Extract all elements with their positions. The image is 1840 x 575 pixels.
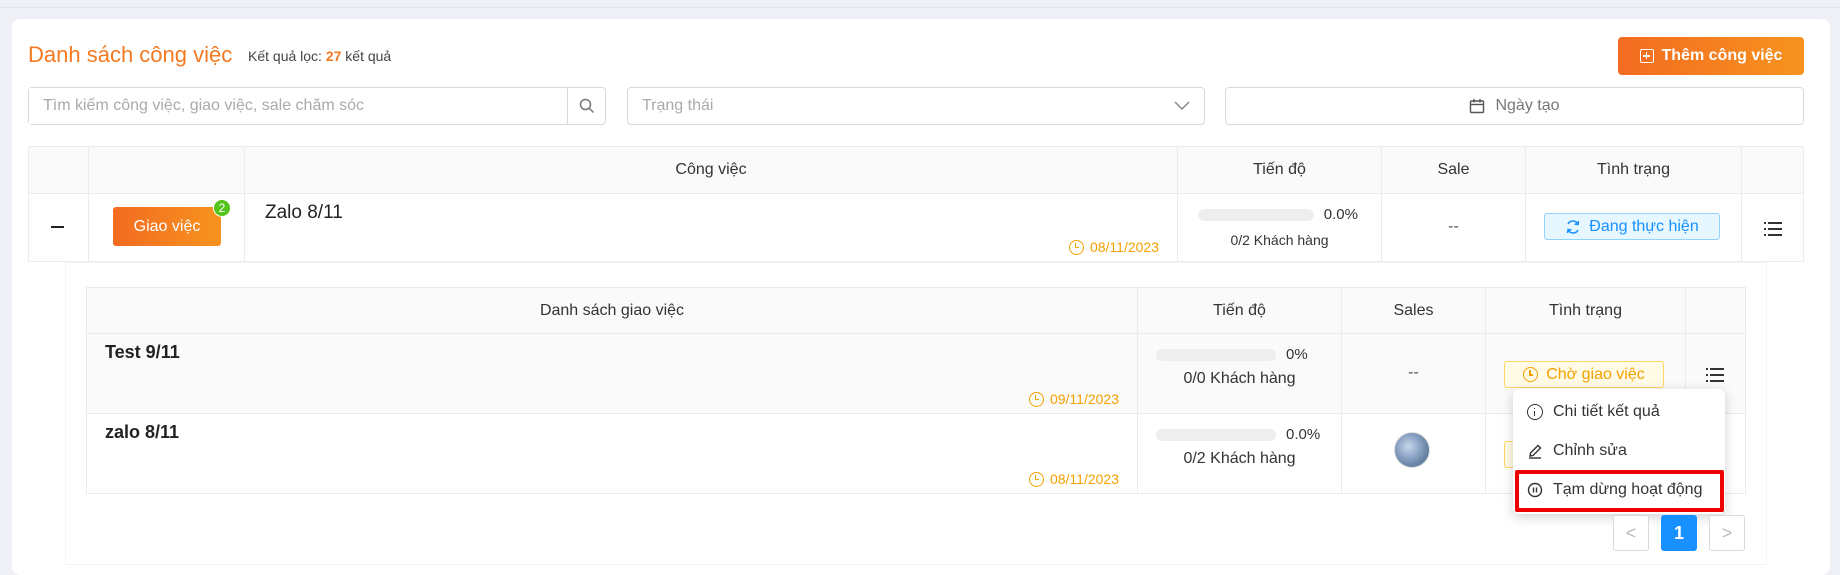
- clock-icon: [1523, 367, 1539, 382]
- page-button[interactable]: 1: [1661, 515, 1697, 551]
- edit-icon: [1529, 444, 1542, 459]
- column-actions: [1686, 288, 1745, 333]
- search-box: [28, 87, 606, 125]
- column-progress: Tiến độ: [1138, 288, 1342, 333]
- clock-icon: [1028, 471, 1044, 487]
- page-title: Danh sách công việc: [28, 42, 233, 67]
- menu-item-label: Chi tiết kết quả: [1553, 403, 1660, 420]
- status-label: Chờ giao việc: [1546, 365, 1645, 383]
- subtask-table-header: Danh sách giao việc Tiến độ Sales Tình t…: [86, 287, 1746, 334]
- column-progress: Tiến độ: [1178, 147, 1382, 193]
- column-status: Tình trạng: [1526, 147, 1742, 193]
- table-row: Test 9/11 09/11/2023 0% 0/0 Khách hàng -…: [86, 334, 1746, 414]
- result-suffix: kết quả: [341, 48, 392, 64]
- column-task: Công việc: [245, 147, 1178, 193]
- task-date: 08/11/2023: [1068, 239, 1159, 255]
- sale-cell: --: [1382, 194, 1526, 261]
- subtask-date-value: 08/11/2023: [1049, 471, 1119, 487]
- result-count: 27: [325, 48, 342, 64]
- sale-value: --: [1448, 218, 1459, 235]
- created-date-picker[interactable]: Ngày tạo: [1225, 87, 1804, 125]
- result-info: Kết quả lọc: 27 kết quả: [248, 48, 391, 64]
- progress-bar: 0.0%: [1156, 426, 1330, 443]
- add-task-button[interactable]: Thêm công việc: [1618, 37, 1804, 75]
- progress-track: [1198, 208, 1314, 221]
- avatar: [1394, 432, 1430, 468]
- sales-cell: [1342, 414, 1486, 493]
- search-button[interactable]: [567, 88, 605, 124]
- status-badge: Đang thực hiện: [1544, 213, 1720, 240]
- subtask-name[interactable]: Test 9/11: [105, 342, 180, 363]
- prev-page-button[interactable]: <: [1613, 515, 1649, 551]
- progress-customers: 0/0 Khách hàng: [1183, 370, 1296, 387]
- subtask-cell: Test 9/11 09/11/2023: [87, 334, 1138, 413]
- column-status: Tình trạng: [1486, 288, 1686, 333]
- sales-value: --: [1408, 364, 1419, 381]
- pagination: < 1 >: [1613, 515, 1745, 551]
- table-row: Giao việc 2 Zalo 8/11 08/11/2023 0.0% 0/…: [28, 194, 1804, 262]
- column-actions: [1742, 147, 1803, 193]
- subtask-cell: zalo 8/11 08/11/2023: [87, 414, 1138, 493]
- assign-cell: Giao việc 2: [89, 194, 245, 261]
- subtask-date: 08/11/2023: [1028, 471, 1119, 487]
- progress-percent: 0.0%: [1323, 206, 1358, 223]
- progress-cell: 0% 0/0 Khách hàng: [1138, 334, 1342, 413]
- menu-item-result-details[interactable]: Chi tiết kết quả: [1513, 393, 1725, 431]
- count-badge: 2: [213, 199, 231, 217]
- progress-bar: 0.0%: [1198, 206, 1358, 223]
- status-badge: Chờ giao việc: [1504, 361, 1664, 388]
- menu-item-edit[interactable]: Chỉnh sửa: [1513, 432, 1725, 470]
- search-input[interactable]: [29, 88, 567, 124]
- search-icon: [579, 98, 594, 114]
- next-page-button[interactable]: >: [1709, 515, 1745, 551]
- clock-icon: [1068, 239, 1084, 255]
- task-name[interactable]: Zalo 8/11: [265, 202, 343, 224]
- list-menu-icon[interactable]: [1706, 368, 1724, 382]
- progress-customers: 0/2 Khách hàng: [1183, 450, 1296, 467]
- status-cell: Đang thực hiện: [1526, 194, 1742, 261]
- progress-customers: 0/2 Khách hàng: [1230, 232, 1329, 248]
- plus-square-icon: [1639, 49, 1654, 63]
- column-sales: Sales: [1342, 288, 1486, 333]
- task-table-header: Công việc Tiến độ Sale Tình trạng: [28, 146, 1804, 194]
- info-icon: [1527, 404, 1543, 420]
- task-date-value: 08/11/2023: [1089, 239, 1159, 255]
- progress-percent: 0.0%: [1286, 426, 1321, 443]
- menu-item-label: Chỉnh sửa: [1553, 442, 1627, 459]
- created-date-placeholder: Ngày tạo: [1495, 97, 1560, 114]
- add-task-label: Thêm công việc: [1661, 47, 1783, 64]
- status-select-placeholder: Trạng thái: [642, 97, 714, 114]
- task-cell: Zalo 8/11 08/11/2023: [245, 194, 1178, 261]
- sales-cell: --: [1342, 334, 1486, 413]
- subtask-panel: Danh sách giao việc Tiến độ Sales Tình t…: [66, 263, 1766, 564]
- sync-icon: [1567, 219, 1580, 234]
- clock-icon: [1028, 391, 1044, 407]
- assign-task-button[interactable]: Giao việc: [113, 207, 221, 246]
- column-subtask-list: Danh sách giao việc: [87, 288, 1138, 333]
- collapse-icon[interactable]: [51, 226, 64, 228]
- chevron-down-icon: [1174, 101, 1190, 111]
- status-label: Đang thực hiện: [1589, 217, 1699, 235]
- highlight-box: [1515, 470, 1724, 512]
- subtask-date: 09/11/2023: [1028, 391, 1119, 407]
- result-prefix: Kết quả lọc:: [248, 48, 326, 64]
- subtask-date-value: 09/11/2023: [1049, 391, 1119, 407]
- calendar-icon: [1470, 99, 1485, 114]
- progress-track: [1156, 428, 1276, 441]
- column-assign: [89, 147, 245, 193]
- progress-bar: 0%: [1156, 346, 1330, 363]
- subtask-name[interactable]: zalo 8/11: [105, 422, 179, 443]
- progress-percent: 0%: [1286, 346, 1308, 363]
- actions-cell: [1742, 194, 1803, 261]
- progress-track: [1156, 348, 1276, 361]
- status-select[interactable]: Trạng thái: [627, 87, 1205, 125]
- expand-cell: [29, 194, 89, 261]
- list-menu-icon[interactable]: [1764, 222, 1782, 236]
- table-row: zalo 8/11 08/11/2023 0.0% 0/2 Khách hàng: [86, 414, 1746, 494]
- top-bar: [0, 0, 1840, 8]
- column-expand: [29, 147, 89, 193]
- progress-cell: 0.0% 0/2 Khách hàng: [1138, 414, 1342, 493]
- progress-cell: 0.0% 0/2 Khách hàng: [1178, 194, 1382, 261]
- column-sale: Sale: [1382, 147, 1526, 193]
